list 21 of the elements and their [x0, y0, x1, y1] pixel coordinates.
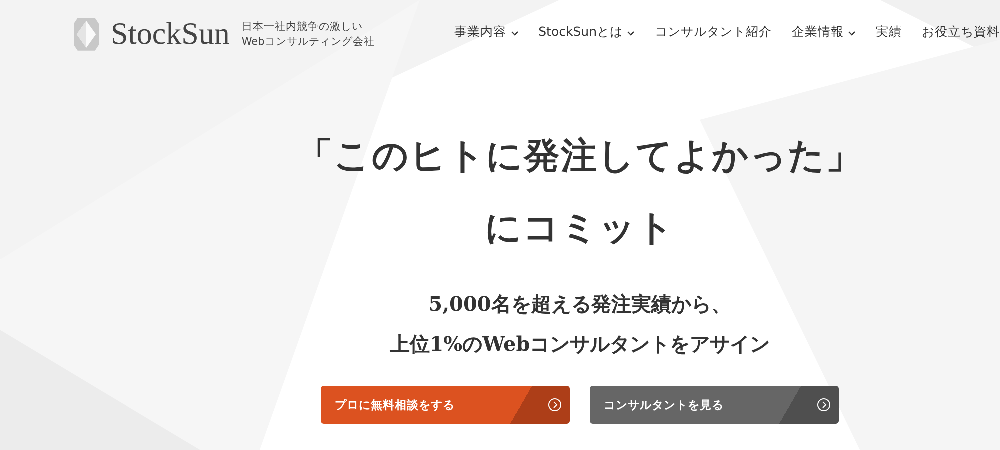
nav-link[interactable]: 実績	[876, 24, 902, 40]
nav-link[interactable]: 事業内容	[454, 24, 519, 40]
nav-link[interactable]: 企業情報	[792, 24, 856, 40]
nav-link[interactable]: お役立ち資料	[922, 24, 1000, 40]
nav-link[interactable]: StockSunとは	[538, 24, 635, 40]
cta-button[interactable]: コンサルタントを見る	[590, 386, 839, 424]
nav-link[interactable]: コンサルタント紹介	[655, 24, 772, 40]
cta-button[interactable]: プロに無料相談をする	[321, 386, 570, 424]
arrow-circle-icon	[817, 398, 831, 412]
headline: にコミット	[485, 206, 675, 251]
tagline: Webコンサルティング会社	[242, 35, 375, 50]
headline: 「このヒトに発注してよかった」	[297, 134, 863, 179]
subheadline: 上位1%のWebコンサルタントをアサイン	[390, 331, 770, 358]
diamond-logo-icon	[74, 18, 99, 50]
caret-icon	[510, 31, 519, 36]
arrow-circle-icon	[548, 398, 562, 412]
logo-wordmark[interactable]: StockSun	[111, 16, 230, 52]
caret-icon	[848, 31, 856, 36]
tagline: 日本一社内競争の激しい	[242, 20, 364, 35]
caret-icon	[627, 31, 635, 36]
subheadline: 5,000名を超える発注実績から、	[428, 291, 732, 318]
